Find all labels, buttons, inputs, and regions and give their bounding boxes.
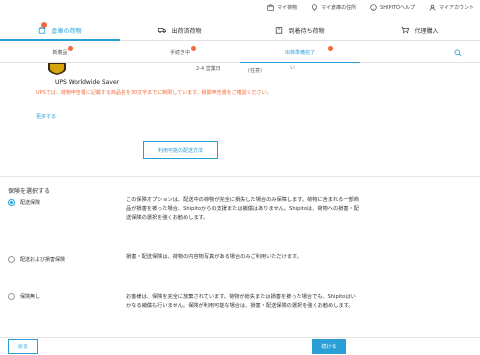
carrier-warning: UPSでは、荷物申告書に記載する商品名を30文字までに制限しています。税関申告書… bbox=[36, 90, 272, 96]
tab-new-arrivals-label: 新着品 bbox=[52, 50, 68, 56]
footer-divider bbox=[0, 337, 480, 338]
notification-badge bbox=[328, 46, 333, 51]
tab-new-arrivals[interactable]: 新着品 bbox=[0, 43, 120, 62]
insurance-option-label: 配送および損害保険 bbox=[20, 257, 66, 263]
notification-badge bbox=[191, 46, 196, 51]
radio-no-insurance[interactable] bbox=[8, 293, 15, 300]
help-icon bbox=[370, 3, 377, 11]
section-divider bbox=[0, 176, 480, 177]
carrier-name: UPS Worldwide Saver bbox=[55, 79, 120, 86]
ups-logo-icon bbox=[48, 63, 66, 75]
warehouse-address-label: マイ倉庫の住所 bbox=[321, 4, 357, 11]
notification-badge bbox=[41, 22, 47, 28]
tab-ready-to-ship[interactable]: 出荷準備完了 bbox=[240, 43, 360, 63]
insurance-option-label: 保険無し bbox=[20, 294, 41, 300]
sub-nav: 新着品 手続き中 出荷準備完了 bbox=[0, 43, 480, 63]
back-button[interactable]: 戻る bbox=[8, 339, 38, 354]
cart-icon bbox=[401, 26, 410, 34]
insurance-option-shipping-damage[interactable]: 配送および損害保険 bbox=[8, 256, 65, 263]
truck-icon bbox=[158, 28, 167, 34]
continue-button[interactable]: 続ける bbox=[312, 339, 346, 354]
tab-shipped-packages-label: 出荷済荷物 bbox=[171, 27, 202, 35]
tab-in-progress[interactable]: 手続き中 bbox=[120, 43, 240, 62]
location-icon bbox=[312, 3, 318, 11]
more-link[interactable]: 更多する bbox=[36, 113, 56, 120]
tab-incoming-packages-label: 到着待ち荷物 bbox=[288, 27, 325, 35]
tab-purchase-service-label: 代理購入 bbox=[414, 27, 439, 35]
insurance-option-description: お客様は、保険を完全に放棄されています。荷物が紛失または損害を被った場合でも、S… bbox=[126, 294, 356, 309]
package-icon bbox=[276, 27, 283, 34]
tab-in-progress-label: 手続き中 bbox=[169, 50, 190, 56]
insurance-option-none[interactable]: 保険無し bbox=[8, 293, 40, 300]
insurance-option-description: 損害・配送保険は、荷物の内容物写真がある場合のみご利用いただけます。 bbox=[126, 254, 302, 260]
notification-badge bbox=[68, 46, 73, 51]
optional-label: (任意) bbox=[248, 68, 262, 74]
radio-shipping-insurance[interactable] bbox=[8, 199, 15, 206]
insurance-option-label: 配送保険 bbox=[20, 200, 41, 206]
search-icon[interactable] bbox=[454, 49, 462, 57]
delivery-days: 2-4 営業日 bbox=[196, 66, 221, 72]
available-shipping-methods-button[interactable]: 利用可能の配送方法 bbox=[143, 141, 218, 159]
tab-purchase-service[interactable]: 代理購入 bbox=[360, 20, 480, 40]
insurance-option-description: この保険オプションは、配送中の荷物が完全に損失した場合のみ保障します。荷物に含ま… bbox=[126, 197, 359, 221]
user-icon bbox=[429, 4, 436, 11]
my-packages-link[interactable]: マイ荷物 bbox=[267, 3, 298, 11]
warehouse-address-link[interactable]: マイ倉庫の住所 bbox=[311, 3, 357, 11]
insurance-section-title: 保険を選択する bbox=[8, 188, 51, 195]
help-link[interactable]: SHIPITOヘルプ bbox=[370, 3, 415, 11]
radio-shipping-damage-insurance[interactable] bbox=[8, 256, 15, 263]
my-account-link[interactable]: マイアカウント bbox=[429, 4, 474, 11]
tab-warehouse-packages-label: 倉庫の荷物 bbox=[51, 27, 82, 35]
tab-shipped-packages[interactable]: 出荷済荷物 bbox=[120, 20, 240, 40]
tab-ready-to-ship-label: 出荷準備完了 bbox=[284, 50, 315, 56]
main-nav: 倉庫の荷物 出荷済荷物 到着待ち荷物 代理購入 bbox=[0, 20, 480, 41]
tab-warehouse-packages[interactable]: 倉庫の荷物 bbox=[0, 20, 120, 41]
truncated-text: い bbox=[290, 65, 296, 71]
tab-incoming-packages[interactable]: 到着待ち荷物 bbox=[240, 20, 360, 40]
my-packages-label: マイ荷物 bbox=[277, 4, 298, 11]
help-label: SHIPITOヘルプ bbox=[380, 4, 415, 11]
top-utility-bar: マイ荷物 マイ倉庫の住所 SHIPITOヘルプ マイアカウント bbox=[0, 0, 480, 14]
my-account-label: マイアカウント bbox=[438, 4, 474, 11]
insurance-option-shipping[interactable]: 配送保険 bbox=[8, 199, 40, 206]
box-icon bbox=[267, 3, 274, 11]
